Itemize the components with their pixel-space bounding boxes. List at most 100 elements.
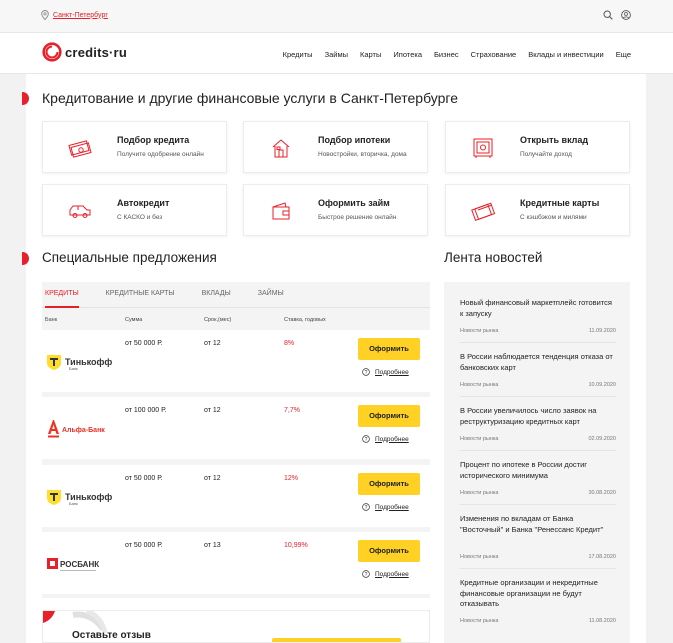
info-icon: ?	[362, 503, 370, 511]
details-link[interactable]: ? Подробнее	[362, 435, 409, 443]
apply-button[interactable]: Оформить	[358, 405, 420, 427]
location-pin-icon	[41, 10, 49, 20]
news-item-title[interactable]: В России наблюдается тенденция отказа от…	[460, 352, 616, 373]
bank-logo-alfa: Альфа-Банк	[45, 415, 115, 443]
news-item-title[interactable]: Процент по ипотеке в России достиг истор…	[460, 460, 616, 481]
news-item-title[interactable]: Изменения по вкладам от Банка "Восточный…	[460, 514, 616, 535]
col-sum: Сумма	[125, 317, 143, 323]
main-header: credits·ru Кредиты Займы Карты Ипотека Б…	[0, 33, 673, 74]
tab-loans[interactable]: ЗАЙМЫ	[258, 282, 284, 308]
service-card-loan[interactable]: Оформить займ Быстрое решение онлайн	[243, 184, 428, 236]
apply-button[interactable]: Оформить	[358, 338, 420, 360]
nav-item-more[interactable]: Еще	[616, 50, 631, 59]
news-divider	[460, 342, 616, 343]
tab-credits[interactable]: КРЕДИТЫ	[45, 282, 79, 308]
nav-item-insurance[interactable]: Страхование	[471, 50, 517, 59]
service-card-credit-cards[interactable]: Кредитные карты С кэшбэком и милями	[445, 184, 630, 236]
news-category: Новости рынка	[460, 328, 499, 334]
news-date: 11.08.2020	[588, 618, 616, 624]
details-label[interactable]: Подробнее	[375, 369, 409, 376]
site-logo[interactable]: credits·ru	[42, 42, 127, 62]
nav-item-cards[interactable]: Карты	[360, 50, 381, 59]
news-category: Новости рынка	[460, 618, 499, 624]
details-link[interactable]: ? Подробнее	[362, 570, 409, 578]
news-feed: Новый финансовый маркетплейс готовится к…	[444, 282, 630, 643]
title-bullet	[22, 92, 29, 105]
logo-mark-icon	[42, 42, 62, 62]
details-label[interactable]: Подробнее	[375, 436, 409, 443]
service-title: Автокредит	[117, 198, 170, 208]
city-label[interactable]: Санкт-Петербург	[53, 12, 108, 19]
news-item[interactable]: Кредитные организации и некредитные фина…	[460, 578, 616, 624]
offer-sum: от 50 000 Р.	[125, 475, 163, 482]
service-subtitle: С кэшбэком и милями	[520, 214, 587, 221]
service-title: Кредитные карты	[520, 198, 600, 208]
offer-row: Тинькофф Банк от 50 000 Р. от 12 8% Оформ…	[42, 330, 430, 392]
page-title: Кредитование и другие финансовые услуги …	[42, 90, 458, 106]
news-item-title[interactable]: В России увеличилось число заявок на рес…	[460, 406, 616, 427]
nav-item-mortgage[interactable]: Ипотека	[393, 50, 422, 59]
card-icon	[471, 202, 496, 222]
news-date: 17.08.2020	[588, 554, 616, 560]
news-item[interactable]: Изменения по вкладам от Банка "Восточный…	[460, 514, 616, 569]
service-subtitle: Быстрое решение онлайн	[318, 214, 397, 221]
nav-item-business[interactable]: Бизнес	[434, 50, 459, 59]
news-category: Новости рынка	[460, 436, 499, 442]
main-nav: Кредиты Займы Карты Ипотека Бизнес Страх…	[283, 50, 631, 59]
offer-rate: 7,7%	[284, 407, 300, 414]
col-term: Срок,(мес)	[204, 317, 232, 323]
service-subtitle: Получайте доход	[520, 151, 572, 158]
news-item[interactable]: В России увеличилось число заявок на рес…	[460, 406, 616, 451]
news-meta: Новости рынка 11.09.2020	[460, 328, 616, 334]
news-item[interactable]: Процент по ипотеке в России достиг истор…	[460, 460, 616, 505]
details-link[interactable]: ? Подробнее	[362, 503, 409, 511]
nav-item-deposits[interactable]: Вклады и инвестиции	[528, 50, 604, 59]
col-bank: Банк	[45, 317, 58, 323]
review-button[interactable]	[272, 638, 401, 642]
details-label[interactable]: Подробнее	[375, 571, 409, 578]
nav-item-loans[interactable]: Займы	[325, 50, 348, 59]
service-card-mortgage[interactable]: Подбор ипотеки Новостройки, вторичка, до…	[243, 121, 428, 173]
tab-deposits[interactable]: ВКЛАДЫ	[202, 282, 231, 308]
news-category: Новости рынка	[460, 554, 499, 560]
tab-credit-cards[interactable]: КРЕДИТНЫЕ КАРТЫ	[106, 282, 175, 308]
details-label[interactable]: Подробнее	[375, 504, 409, 511]
news-divider	[460, 504, 616, 505]
user-icon[interactable]	[621, 10, 631, 20]
offer-row: РОСБАНК от 50 000 Р. от 13 10,99% Оформи…	[42, 532, 430, 594]
svg-text:?: ?	[365, 437, 368, 443]
service-title: Подбор кредита	[117, 135, 190, 145]
news-item-title[interactable]: Кредитные организации и некредитные фина…	[460, 578, 616, 610]
news-divider	[460, 396, 616, 397]
nav-item-credits[interactable]: Кредиты	[283, 50, 313, 59]
news-item[interactable]: Новый финансовый маркетплейс готовится к…	[460, 298, 616, 343]
bank-sub: Банк	[69, 366, 78, 371]
apply-button[interactable]: Оформить	[358, 473, 420, 495]
offers-title: Специальные предложения	[42, 250, 217, 265]
news-item[interactable]: В России наблюдается тенденция отказа от…	[460, 352, 616, 397]
news-category: Новости рынка	[460, 490, 499, 496]
service-card-credit[interactable]: Подбор кредита Получите одобрение онлайн	[42, 121, 227, 173]
bank-logo-tinkoff: Тинькофф Банк	[45, 348, 115, 376]
offer-sum: от 50 000 Р.	[125, 340, 163, 347]
offer-sum: от 50 000 Р.	[125, 542, 163, 549]
offer-term: от 13	[204, 542, 221, 549]
service-card-deposit[interactable]: Открыть вклад Получайте доход	[445, 121, 630, 173]
col-rate: Ставка, годовых	[284, 317, 326, 323]
service-card-autocredit[interactable]: Автокредит С КАСКО и без	[42, 184, 227, 236]
apply-button[interactable]: Оформить	[358, 540, 420, 562]
city-selector[interactable]: Санкт-Петербург	[41, 10, 108, 20]
service-subtitle: Новостройки, вторичка, дома	[318, 151, 407, 158]
content-area: Кредитование и другие финансовые услуги …	[22, 74, 646, 643]
offers-tabs: КРЕДИТЫ КРЕДИТНЫЕ КАРТЫ ВКЛАДЫ ЗАЙМЫ	[42, 282, 430, 308]
details-link[interactable]: ? Подробнее	[362, 368, 409, 376]
news-divider	[460, 450, 616, 451]
search-icon[interactable]	[603, 10, 613, 20]
news-meta: Новости рынка 10.09.2020	[460, 382, 616, 388]
info-icon: ?	[362, 368, 370, 376]
bank-logo-rosbank: РОСБАНК	[45, 550, 115, 578]
offer-term: от 12	[204, 407, 221, 414]
review-block: Оставьте отзыв	[42, 610, 430, 643]
news-item-title[interactable]: Новый финансовый маркетплейс готовится к…	[460, 298, 616, 319]
bank-logo-tinkoff: Тинькофф Банк	[45, 483, 115, 511]
